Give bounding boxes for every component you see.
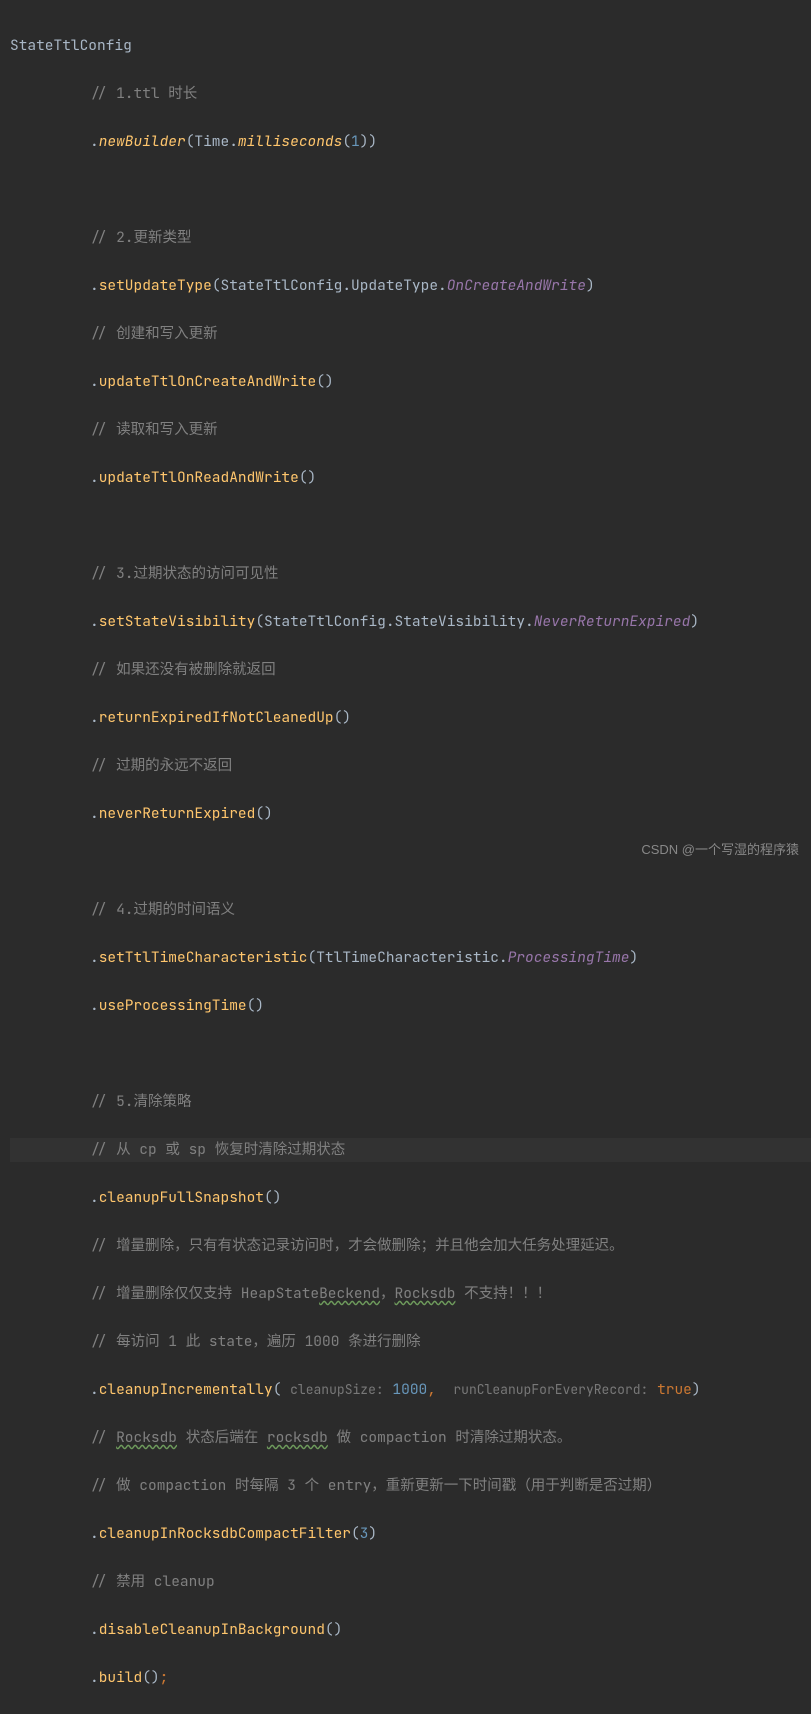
code-line: .setStateVisibility(StateTtlConfig.State… xyxy=(10,610,811,634)
code-line: .cleanupIncrementally( cleanupSize: 1000… xyxy=(10,1378,811,1402)
code-line: // 1.ttl 时长 xyxy=(10,82,811,106)
code-line: // 从 cp 或 sp 恢复时清除过期状态 xyxy=(10,1138,811,1162)
code-line: .build(); xyxy=(10,1666,811,1690)
code-line: .updateTtlOnCreateAndWrite() xyxy=(10,370,811,394)
code-line: // 5.清除策略 xyxy=(10,1090,811,1114)
code-line: .returnExpiredIfNotCleanedUp() xyxy=(10,706,811,730)
code-line: .cleanupFullSnapshot() xyxy=(10,1186,811,1210)
code-line: // 增量删除，只有有状态记录访问时，才会做删除；并且他会加大任务处理延迟。 xyxy=(10,1234,811,1258)
code-line: // 读取和写入更新 xyxy=(10,418,811,442)
code-line: .useProcessingTime() xyxy=(10,994,811,1018)
code-line xyxy=(10,1042,811,1066)
code-line: // 禁用 cleanup xyxy=(10,1570,811,1594)
code-line: .updateTtlOnReadAndWrite() xyxy=(10,466,811,490)
code-line: // 如果还没有被删除就返回 xyxy=(10,658,811,682)
code-line: .setTtlTimeCharacteristic(TtlTimeCharact… xyxy=(10,946,811,970)
code-line: .setUpdateType(StateTtlConfig.UpdateType… xyxy=(10,274,811,298)
code-line: .disableCleanupInBackground() xyxy=(10,1618,811,1642)
code-line: // 创建和写入更新 xyxy=(10,322,811,346)
code-line: .neverReturnExpired() xyxy=(10,802,811,826)
code-line xyxy=(10,178,811,202)
code-line xyxy=(10,514,811,538)
code-line: // 做 compaction 时每隔 3 个 entry，重新更新一下时间戳（… xyxy=(10,1474,811,1498)
code-line: // 2.更新类型 xyxy=(10,226,811,250)
code-line: // 每访问 1 此 state，遍历 1000 条进行删除 xyxy=(10,1330,811,1354)
code-line: // Rocksdb 状态后端在 rocksdb 做 compaction 时清… xyxy=(10,1426,811,1450)
code-line: // 4.过期的时间语义 xyxy=(10,898,811,922)
watermark-text: CSDN @一个写湿的程序猿 xyxy=(641,838,799,862)
code-line: // 3.过期状态的访问可见性 xyxy=(10,562,811,586)
code-line: .cleanupInRocksdbCompactFilter(3) xyxy=(10,1522,811,1546)
code-line: .newBuilder(Time.milliseconds(1)) xyxy=(10,130,811,154)
code-line: StateTtlConfig xyxy=(10,34,811,58)
code-line: // 过期的永远不返回 xyxy=(10,754,811,778)
code-line: // 增量删除仅仅支持 HeapStateBeckend，Rocksdb 不支持… xyxy=(10,1282,811,1306)
code-editor[interactable]: StateTtlConfig // 1.ttl 时长 .newBuilder(T… xyxy=(0,10,811,1714)
